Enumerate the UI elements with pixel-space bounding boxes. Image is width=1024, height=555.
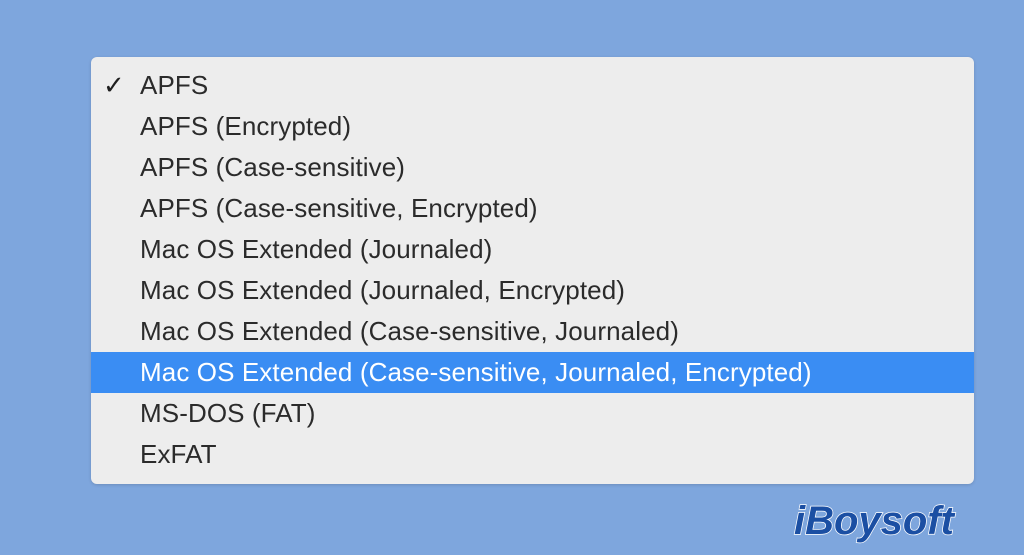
menu-item-apfs-case-sensitive[interactable]: APFS (Case-sensitive) [91, 147, 974, 188]
menu-item-label: Mac OS Extended (Case-sensitive, Journal… [140, 316, 679, 346]
iboysoft-logo-text: iBoysoft [794, 499, 956, 543]
menu-item-apfs[interactable]: ✓ APFS [91, 65, 974, 106]
menu-item-mac-os-extended-case-sensitive-journaled[interactable]: Mac OS Extended (Case-sensitive, Journal… [91, 311, 974, 352]
menu-item-label: APFS [140, 70, 209, 100]
menu-item-mac-os-extended-journaled[interactable]: Mac OS Extended (Journaled) [91, 229, 974, 270]
menu-item-apfs-encrypted[interactable]: APFS (Encrypted) [91, 106, 974, 147]
menu-item-label: APFS (Encrypted) [140, 111, 352, 141]
menu-item-label: APFS (Case-sensitive) [140, 152, 406, 182]
menu-item-label: Mac OS Extended (Journaled, Encrypted) [140, 275, 626, 305]
menu-item-label: Mac OS Extended (Case-sensitive, Journal… [140, 357, 812, 387]
menu-item-mac-os-extended-case-sensitive-journaled-encrypted[interactable]: Mac OS Extended (Case-sensitive, Journal… [91, 352, 974, 393]
iboysoft-logo: iBoysoft [793, 498, 956, 544]
menu-item-label: MS-DOS (FAT) [140, 398, 316, 428]
menu-item-label: APFS (Case-sensitive, Encrypted) [140, 193, 538, 223]
format-dropdown-menu: ✓ APFS APFS (Encrypted) APFS (Case-sensi… [91, 57, 974, 484]
menu-item-mac-os-extended-journaled-encrypted[interactable]: Mac OS Extended (Journaled, Encrypted) [91, 270, 974, 311]
menu-item-label: ExFAT [140, 439, 217, 469]
menu-item-label: Mac OS Extended (Journaled) [140, 234, 493, 264]
menu-item-apfs-case-sensitive-encrypted[interactable]: APFS (Case-sensitive, Encrypted) [91, 188, 974, 229]
menu-item-exfat[interactable]: ExFAT [91, 434, 974, 475]
checkmark-icon: ✓ [103, 70, 125, 100]
menu-item-ms-dos-fat[interactable]: MS-DOS (FAT) [91, 393, 974, 434]
